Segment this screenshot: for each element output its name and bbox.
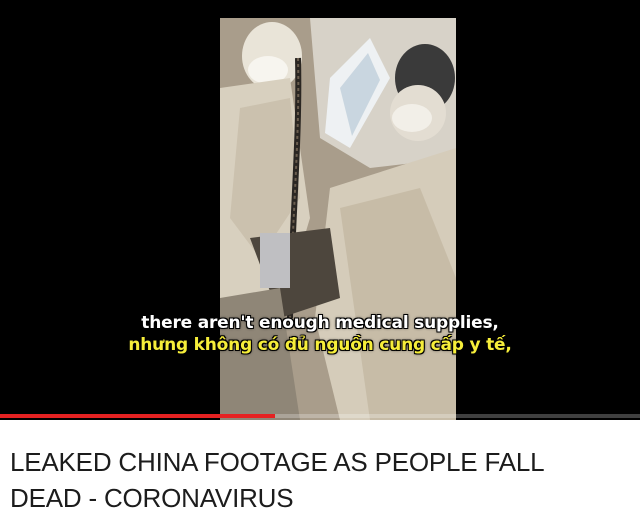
progress-bar[interactable]	[0, 414, 640, 418]
video-player[interactable]: there aren't enough medical supplies, nh…	[0, 0, 640, 420]
progress-bar-fill	[0, 414, 276, 418]
video-frame-image	[220, 18, 456, 420]
subtitles: there aren't enough medical supplies, nh…	[0, 312, 640, 356]
video-title[interactable]: LEAKED CHINA FOOTAGE AS PEOPLE FALL DEAD…	[10, 444, 620, 516]
subtitle-vietnamese: nhưng không có đủ nguồn cung cấp y tế,	[128, 335, 512, 355]
subtitle-english: there aren't enough medical supplies,	[141, 313, 499, 333]
video-frame	[220, 18, 456, 420]
